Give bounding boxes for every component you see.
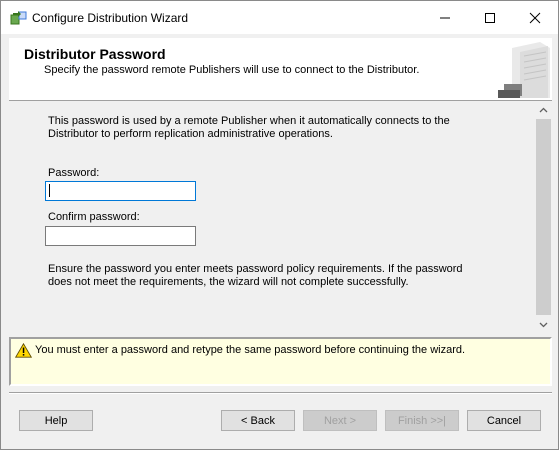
window-title: Configure Distribution Wizard bbox=[32, 11, 189, 25]
warning-icon bbox=[14, 342, 33, 358]
wizard-app-icon bbox=[10, 10, 28, 26]
chevron-down-icon bbox=[539, 322, 548, 327]
footer-divider bbox=[9, 392, 552, 394]
password-field[interactable] bbox=[45, 181, 196, 201]
policy-text: Ensure the password you enter meets pass… bbox=[48, 263, 463, 288]
close-icon bbox=[529, 12, 540, 23]
warning-panel: You must enter a password and retype the… bbox=[9, 337, 552, 386]
server-icon bbox=[490, 40, 552, 100]
page-title: Distributor Password bbox=[24, 46, 166, 62]
minimize-icon bbox=[439, 17, 450, 18]
wizard-window: Configure Distribution Wizard Distributo… bbox=[0, 0, 559, 450]
scrollbar-thumb[interactable] bbox=[536, 119, 551, 315]
maximize-icon bbox=[484, 12, 495, 23]
finish-button[interactable]: Finish >>| bbox=[385, 410, 459, 431]
close-button[interactable] bbox=[512, 1, 557, 34]
warning-message: You must enter a password and retype the… bbox=[35, 344, 466, 356]
password-label: Password: bbox=[48, 167, 100, 179]
scroll-down-button[interactable] bbox=[535, 316, 552, 333]
confirm-password-field[interactable] bbox=[45, 226, 196, 246]
confirm-password-label: Confirm password: bbox=[48, 211, 140, 223]
title-bar[interactable]: Configure Distribution Wizard bbox=[1, 1, 558, 34]
minimize-button[interactable] bbox=[422, 1, 467, 34]
chevron-up-icon bbox=[539, 107, 548, 112]
scroll-up-button[interactable] bbox=[535, 101, 552, 118]
maximize-button[interactable] bbox=[467, 1, 512, 34]
help-button[interactable]: Help bbox=[19, 410, 93, 431]
page-subtitle: Specify the password remote Publishers w… bbox=[44, 64, 420, 76]
next-button[interactable]: Next > bbox=[303, 410, 377, 431]
page-header: Distributor Password Specify the passwor… bbox=[9, 38, 552, 101]
content-panel: This password is used by a remote Publis… bbox=[9, 101, 552, 333]
intro-text: This password is used by a remote Publis… bbox=[48, 115, 450, 140]
text-caret bbox=[49, 184, 50, 197]
vertical-scrollbar[interactable] bbox=[535, 101, 552, 333]
back-button[interactable]: < Back bbox=[221, 410, 295, 431]
cancel-button[interactable]: Cancel bbox=[467, 410, 541, 431]
